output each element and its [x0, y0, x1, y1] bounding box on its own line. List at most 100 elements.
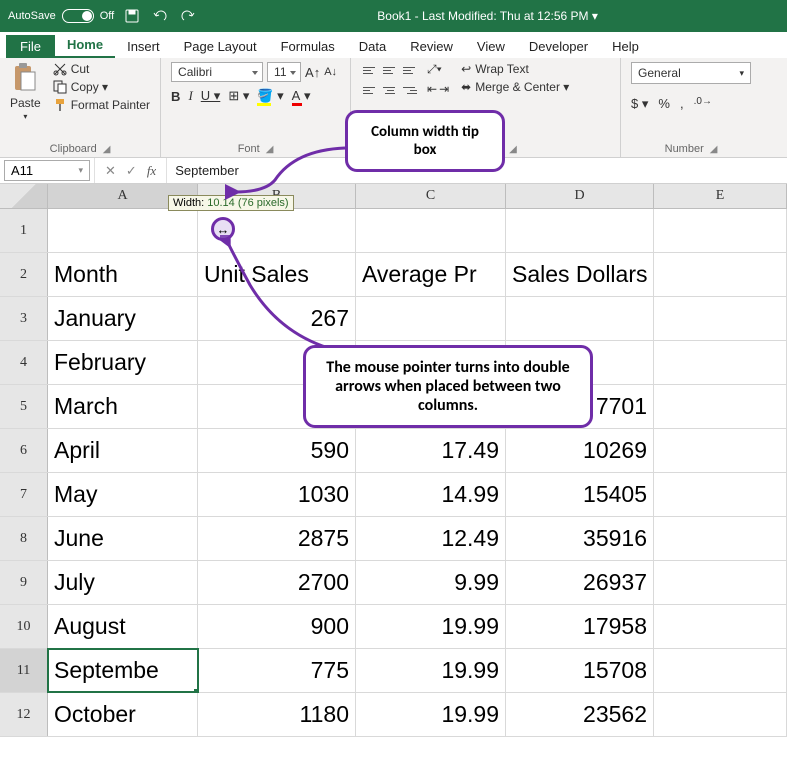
row-header[interactable]: 12 — [0, 693, 48, 736]
select-all-corner[interactable] — [0, 184, 48, 208]
merge-center-button[interactable]: ⬌Merge & Center ▾ — [461, 80, 569, 94]
fill-color-button[interactable]: 🪣 ▾ — [257, 88, 283, 104]
cell[interactable] — [654, 561, 787, 604]
cell[interactable]: June — [48, 517, 198, 560]
cell[interactable] — [356, 297, 506, 340]
cell[interactable]: 590 — [198, 429, 356, 472]
orientation-button[interactable]: ⤢▾ — [427, 62, 442, 78]
cell[interactable] — [506, 297, 654, 340]
tab-file[interactable]: File — [6, 35, 55, 58]
align-center-button[interactable] — [381, 82, 399, 98]
cell[interactable]: 10269 — [506, 429, 654, 472]
cell[interactable] — [654, 473, 787, 516]
align-left-button[interactable] — [361, 82, 379, 98]
number-format-select[interactable]: General▾ — [631, 62, 751, 84]
format-painter-button[interactable]: Format Painter — [53, 98, 150, 112]
percent-format-button[interactable]: % — [658, 96, 670, 112]
row-header[interactable]: 5 — [0, 385, 48, 428]
column-header-e[interactable]: E — [654, 184, 787, 208]
bold-button[interactable]: B — [171, 89, 180, 104]
cell[interactable] — [356, 209, 506, 252]
cell[interactable]: 1030 — [198, 473, 356, 516]
increase-decimal-button[interactable]: .0→ — [694, 96, 712, 112]
cell[interactable] — [654, 605, 787, 648]
column-header-c[interactable]: C — [356, 184, 506, 208]
cell[interactable]: March — [48, 385, 198, 428]
cell[interactable] — [654, 341, 787, 384]
column-header-d[interactable]: D — [506, 184, 654, 208]
tab-home[interactable]: Home — [55, 33, 115, 58]
tab-formulas[interactable]: Formulas — [269, 35, 347, 58]
number-dialog-launcher[interactable]: ◢ — [710, 144, 718, 155]
cell[interactable]: 19.99 — [356, 649, 506, 692]
cell[interactable]: 19.99 — [356, 693, 506, 736]
cell[interactable]: 15405 — [506, 473, 654, 516]
spreadsheet-grid[interactable]: A B C D E 12MonthUnit SalesAverage PrSal… — [0, 184, 787, 737]
cell[interactable] — [654, 429, 787, 472]
cell[interactable]: Unit Sales — [198, 253, 356, 296]
cell[interactable]: 19.99 — [356, 605, 506, 648]
align-bottom-button[interactable] — [401, 62, 419, 78]
cell[interactable]: October — [48, 693, 198, 736]
italic-button[interactable]: I — [188, 88, 192, 104]
cell[interactable]: May — [48, 473, 198, 516]
cell[interactable]: 2875 — [198, 517, 356, 560]
font-size-select[interactable]: 11 — [267, 62, 301, 82]
row-header[interactable]: 11 — [0, 649, 48, 692]
align-right-button[interactable] — [401, 82, 419, 98]
clipboard-dialog-launcher[interactable]: ◢ — [103, 144, 111, 155]
font-name-select[interactable]: Calibri — [171, 62, 263, 82]
tab-data[interactable]: Data — [347, 35, 398, 58]
cut-button[interactable]: Cut — [53, 62, 150, 76]
cell[interactable]: Month — [48, 253, 198, 296]
cell[interactable]: 17.49 — [356, 429, 506, 472]
cell[interactable]: August — [48, 605, 198, 648]
cell[interactable]: 9.99 — [356, 561, 506, 604]
accounting-format-button[interactable]: $ ▾ — [631, 96, 648, 112]
cell[interactable] — [654, 297, 787, 340]
row-header[interactable]: 6 — [0, 429, 48, 472]
cell[interactable]: 2700 — [198, 561, 356, 604]
increase-font-button[interactable]: A↑ — [305, 65, 320, 80]
cell[interactable]: Sales Dollars — [506, 253, 654, 296]
comma-format-button[interactable]: , — [680, 96, 684, 112]
row-header[interactable]: 4 — [0, 341, 48, 384]
cell[interactable] — [654, 253, 787, 296]
redo-icon[interactable] — [180, 8, 196, 24]
paste-button[interactable]: Paste ▾ — [10, 62, 47, 121]
wrap-text-button[interactable]: ↩Wrap Text — [461, 62, 569, 76]
increase-indent-button[interactable]: ⇥ — [439, 82, 449, 98]
name-box[interactable]: A11▾ — [4, 160, 90, 181]
tab-developer[interactable]: Developer — [517, 35, 600, 58]
cell[interactable] — [654, 693, 787, 736]
undo-icon[interactable] — [152, 8, 168, 24]
borders-button[interactable]: ⊞ ▾ — [228, 88, 249, 104]
tab-page-layout[interactable]: Page Layout — [172, 35, 269, 58]
cell[interactable]: 35916 — [506, 517, 654, 560]
save-icon[interactable] — [124, 8, 140, 24]
row-header[interactable]: 3 — [0, 297, 48, 340]
align-top-button[interactable] — [361, 62, 379, 78]
tab-insert[interactable]: Insert — [115, 35, 172, 58]
enter-formula-button[interactable]: ✓ — [126, 163, 137, 179]
cell[interactable]: January — [48, 297, 198, 340]
row-header[interactable]: 8 — [0, 517, 48, 560]
row-header[interactable]: 2 — [0, 253, 48, 296]
cancel-formula-button[interactable]: ✕ — [105, 163, 116, 179]
cell[interactable]: Septembe — [48, 649, 198, 692]
cell[interactable]: April — [48, 429, 198, 472]
toggle-switch-icon[interactable] — [62, 9, 94, 23]
cell[interactable]: Average Pr — [356, 253, 506, 296]
underline-button[interactable]: U ▾ — [201, 88, 221, 104]
cell[interactable]: February — [48, 341, 198, 384]
cell[interactable]: 14.99 — [356, 473, 506, 516]
cell[interactable]: 1180 — [198, 693, 356, 736]
font-color-button[interactable]: A ▾ — [292, 88, 311, 104]
row-header[interactable]: 7 — [0, 473, 48, 516]
tab-review[interactable]: Review — [398, 35, 465, 58]
decrease-indent-button[interactable]: ⇤ — [427, 82, 437, 98]
decrease-font-button[interactable]: A↓ — [324, 66, 337, 78]
row-header[interactable]: 9 — [0, 561, 48, 604]
row-header[interactable]: 1 — [0, 209, 48, 252]
cell[interactable] — [654, 649, 787, 692]
